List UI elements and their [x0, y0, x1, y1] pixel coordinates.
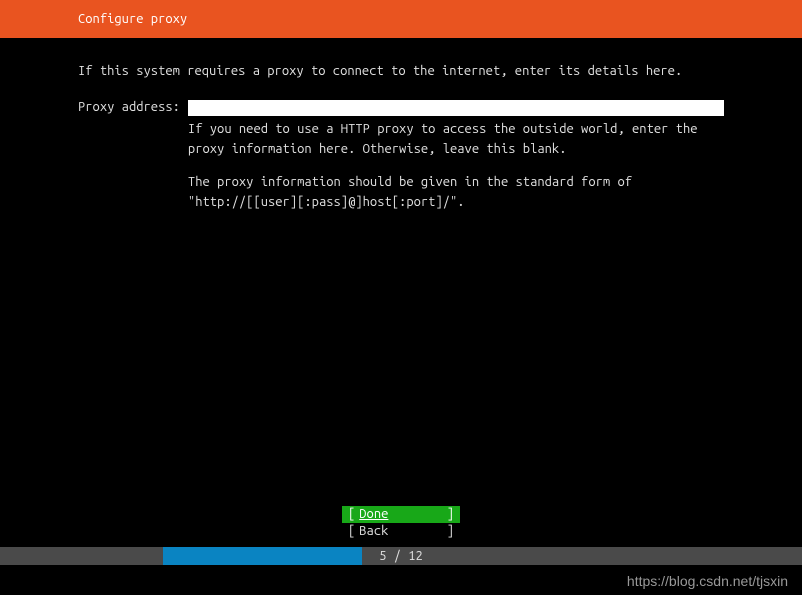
watermark-text: https://blog.csdn.net/tjsxin — [627, 573, 788, 589]
progress-text: 5 / 12 — [0, 549, 802, 563]
bracket-right: ] — [447, 523, 454, 540]
button-group: [ Done ] [ Back ] — [0, 506, 802, 540]
page-title: Configure proxy — [78, 12, 187, 26]
bracket-left: [ — [348, 506, 355, 523]
instruction-text: If this system requires a proxy to conne… — [78, 62, 724, 80]
done-button-label: Done — [355, 506, 446, 523]
main-content: If this system requires a proxy to conne… — [0, 38, 802, 226]
done-button[interactable]: [ Done ] — [342, 506, 460, 523]
progress-bar: 5 / 12 — [0, 547, 802, 565]
help-paragraph-2: The proxy information should be given in… — [188, 173, 724, 212]
header-bar: Configure proxy — [0, 0, 802, 38]
proxy-help-text: If you need to use a HTTP proxy to acces… — [188, 120, 724, 212]
bracket-left: [ — [348, 523, 355, 540]
proxy-address-label: Proxy address: — [78, 100, 180, 114]
back-button[interactable]: [ Back ] — [342, 523, 460, 540]
help-paragraph-1: If you need to use a HTTP proxy to acces… — [188, 120, 724, 159]
proxy-address-row: Proxy address: If you need to use a HTTP… — [78, 100, 724, 226]
back-button-label: Back — [355, 523, 446, 540]
proxy-field-right: If you need to use a HTTP proxy to acces… — [188, 100, 724, 226]
proxy-address-input[interactable] — [188, 100, 724, 116]
bracket-right: ] — [447, 506, 454, 523]
